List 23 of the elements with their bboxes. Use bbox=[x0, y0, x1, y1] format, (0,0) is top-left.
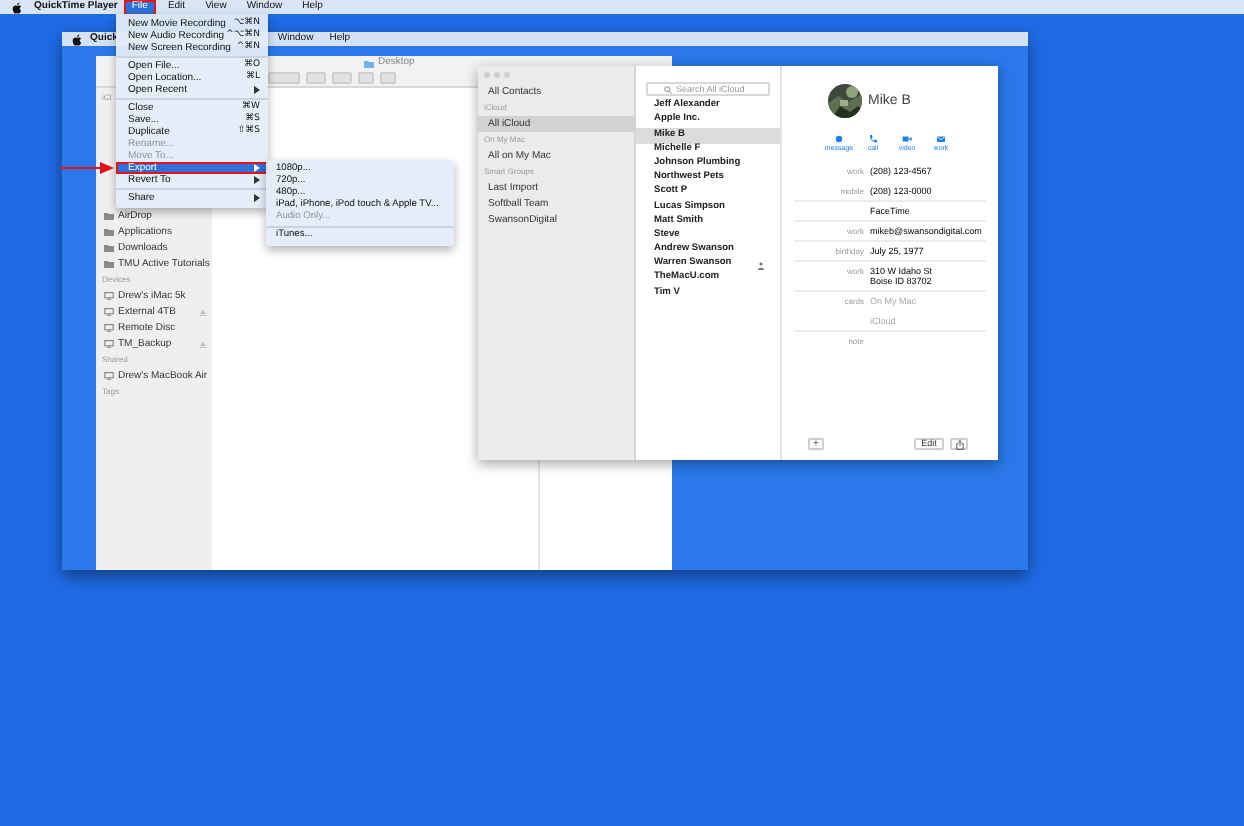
search-icon bbox=[664, 85, 672, 93]
video-camera-icon bbox=[902, 134, 912, 144]
envelope-icon bbox=[936, 134, 946, 144]
monitor-icon bbox=[104, 340, 114, 348]
tag-button[interactable] bbox=[380, 72, 396, 84]
submenu-arrow-icon bbox=[254, 86, 260, 94]
monitor-icon bbox=[104, 292, 114, 300]
monitor-icon bbox=[104, 324, 114, 332]
group-button[interactable] bbox=[306, 72, 326, 84]
eject-icon bbox=[200, 309, 206, 315]
apple-logo-icon bbox=[72, 33, 82, 45]
folder-icon bbox=[364, 59, 374, 67]
share-icon bbox=[955, 439, 963, 449]
eject-icon bbox=[200, 341, 206, 347]
message-icon bbox=[834, 134, 844, 144]
monitor-icon bbox=[104, 372, 114, 380]
view-switcher-button[interactable] bbox=[268, 72, 300, 84]
action-button[interactable] bbox=[332, 72, 352, 84]
phone-icon bbox=[868, 134, 878, 144]
share-button[interactable] bbox=[950, 438, 968, 450]
apple-logo-icon bbox=[12, 1, 22, 13]
submenu-arrow-icon bbox=[254, 194, 260, 202]
monitor-icon bbox=[104, 308, 114, 316]
